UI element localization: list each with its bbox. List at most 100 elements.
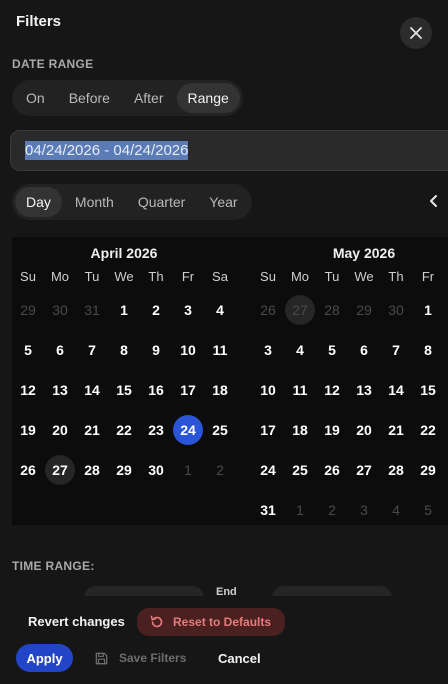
date-mode-after[interactable]: After: [123, 83, 175, 113]
calendar-day[interactable]: 27: [285, 295, 315, 325]
calendar-day[interactable]: 6: [45, 335, 75, 365]
calendar-day[interactable]: 12: [317, 375, 347, 405]
calendar-day[interactable]: 26: [253, 295, 283, 325]
calendar-day[interactable]: 2: [141, 295, 171, 325]
calendar-day[interactable]: 31: [77, 295, 107, 325]
calendar-day[interactable]: 31: [253, 495, 283, 525]
calendar-day[interactable]: 10: [173, 335, 203, 365]
calendar-day[interactable]: 4: [205, 295, 235, 325]
calendar-day[interactable]: 12: [13, 375, 43, 405]
calendar-day[interactable]: 14: [381, 375, 411, 405]
revert-changes-button[interactable]: Revert changes: [28, 614, 125, 629]
calendar-day[interactable]: 26: [317, 455, 347, 485]
calendar-day[interactable]: 28: [381, 455, 411, 485]
weekday-label: Fr: [421, 269, 435, 284]
calendar-day[interactable]: 19: [13, 415, 43, 445]
calendar-day[interactable]: 4: [381, 495, 411, 525]
weekday-label: We: [114, 269, 134, 284]
calendar-day[interactable]: 1: [109, 295, 139, 325]
calendar-day[interactable]: 17: [173, 375, 203, 405]
calendar-day[interactable]: 11: [285, 375, 315, 405]
save-filters-button[interactable]: Save Filters: [84, 644, 196, 672]
calendar-day[interactable]: 17: [253, 415, 283, 445]
date-range-label: DATE RANGE: [12, 57, 94, 71]
calendar-day[interactable]: 15: [109, 375, 139, 405]
calendar-day[interactable]: 14: [77, 375, 107, 405]
calendar-day[interactable]: 30: [45, 295, 75, 325]
calendar-day[interactable]: 20: [349, 415, 379, 445]
weekday-label: Sa: [444, 269, 448, 284]
month-title: April 2026: [90, 245, 158, 261]
date-mode-on[interactable]: On: [15, 83, 56, 113]
calendar-day[interactable]: 30: [381, 295, 411, 325]
calendar-day[interactable]: 29: [349, 295, 379, 325]
chevron-left-icon[interactable]: [426, 193, 442, 209]
calendar-day[interactable]: 19: [317, 415, 347, 445]
calendar-day[interactable]: 7: [77, 335, 107, 365]
close-icon: [410, 27, 422, 39]
weekday-label: Mo: [50, 269, 70, 284]
calendar-day[interactable]: 1: [173, 455, 203, 485]
calendar-day[interactable]: 8: [413, 335, 443, 365]
calendar-day[interactable]: 13: [45, 375, 75, 405]
granularity-month[interactable]: Month: [64, 187, 125, 217]
filters-panel: Filters DATE RANGE On Before After Range…: [0, 0, 448, 684]
cancel-button[interactable]: Cancel: [218, 651, 261, 666]
calendar-day[interactable]: 25: [205, 415, 235, 445]
calendar-day[interactable]: 29: [109, 455, 139, 485]
calendar-day[interactable]: 13: [349, 375, 379, 405]
date-range-input[interactable]: 04/24/2026 - 04/24/2026: [10, 130, 448, 171]
calendar-day[interactable]: 29: [13, 295, 43, 325]
calendar-day[interactable]: 8: [109, 335, 139, 365]
calendar-day[interactable]: 30: [141, 455, 171, 485]
calendar-day[interactable]: 10: [253, 375, 283, 405]
calendar-day[interactable]: 5: [13, 335, 43, 365]
calendar-day[interactable]: 18: [205, 375, 235, 405]
calendar-day[interactable]: 21: [381, 415, 411, 445]
calendar-day[interactable]: 3: [173, 295, 203, 325]
calendar-day[interactable]: 29: [413, 455, 443, 485]
calendar-day[interactable]: 18: [285, 415, 315, 445]
calendar-day[interactable]: 16: [141, 375, 171, 405]
calendar-day[interactable]: 2: [205, 455, 235, 485]
granularity-day[interactable]: Day: [15, 187, 62, 217]
weekday-label: Th: [148, 269, 164, 284]
calendar-day[interactable]: 24: [253, 455, 283, 485]
save-filters-label: Save Filters: [119, 651, 187, 665]
calendar-day[interactable]: 2: [317, 495, 347, 525]
reset-to-defaults-button[interactable]: Reset to Defaults: [137, 608, 285, 636]
calendar-day[interactable]: 4: [285, 335, 315, 365]
calendar-day[interactable]: 1: [285, 495, 315, 525]
granularity-quarter[interactable]: Quarter: [127, 187, 196, 217]
calendar-day[interactable]: 5: [413, 495, 443, 525]
calendar-day[interactable]: 15: [413, 375, 443, 405]
calendar-day-selected[interactable]: 24: [173, 415, 203, 445]
calendar-day[interactable]: 23: [141, 415, 171, 445]
calendar-day[interactable]: 25: [285, 455, 315, 485]
calendar-day[interactable]: 5: [317, 335, 347, 365]
calendar-day[interactable]: 21: [77, 415, 107, 445]
calendar-day[interactable]: 22: [109, 415, 139, 445]
calendar-day[interactable]: 7: [381, 335, 411, 365]
weekday-label: Su: [20, 269, 36, 284]
calendar-day[interactable]: 1: [413, 295, 443, 325]
calendar-day[interactable]: 3: [349, 495, 379, 525]
date-mode-range[interactable]: Range: [176, 83, 240, 113]
calendar-day[interactable]: 27: [45, 455, 75, 485]
date-mode-before[interactable]: Before: [58, 83, 121, 113]
calendar-day[interactable]: 28: [77, 455, 107, 485]
calendar-day[interactable]: 26: [13, 455, 43, 485]
close-button[interactable]: [400, 17, 432, 49]
weekday-label: Tu: [84, 269, 100, 284]
calendar-day[interactable]: 22: [413, 415, 443, 445]
apply-button[interactable]: Apply: [16, 644, 73, 672]
calendar-day[interactable]: 28: [317, 295, 347, 325]
calendar-day[interactable]: 27: [349, 455, 379, 485]
calendar-day[interactable]: 11: [205, 335, 235, 365]
granularity-year[interactable]: Year: [198, 187, 248, 217]
save-icon: [95, 652, 108, 664]
calendar-day[interactable]: 9: [141, 335, 171, 365]
calendar-day[interactable]: 3: [253, 335, 283, 365]
calendar-day[interactable]: 6: [349, 335, 379, 365]
calendar-day[interactable]: 20: [45, 415, 75, 445]
